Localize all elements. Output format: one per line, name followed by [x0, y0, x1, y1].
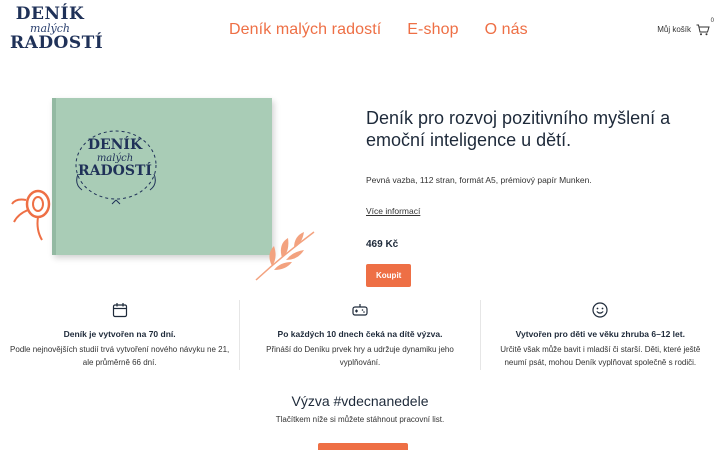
- cart-count: 0: [710, 18, 714, 24]
- nav-item-eshop[interactable]: E-shop: [407, 21, 458, 39]
- site-logo[interactable]: DENÍK malých RADOSTÍ: [10, 4, 104, 58]
- feature-item: Po každých 10 dnech čeká na dítě výzva. …: [240, 300, 481, 370]
- feature-title: Vytvořen pro děti ve věku zhruba 6–12 le…: [515, 329, 685, 339]
- product-info: Deník pro rozvoj pozitivního myšlení a e…: [366, 107, 716, 287]
- challenge-title: Výzva #vdecnanedele: [291, 393, 429, 409]
- book-title-line-3: RADOSTÍ: [78, 163, 152, 179]
- cart-link[interactable]: Můj košík 0: [657, 18, 714, 36]
- logo-line-1: DENÍK: [15, 4, 85, 24]
- more-info-link[interactable]: Více informací: [366, 206, 420, 216]
- feature-item: Vytvořen pro děti ve věku zhruba 6–12 le…: [481, 300, 720, 370]
- calendar-icon: [112, 303, 127, 318]
- product-price: 469 Kč: [366, 239, 399, 250]
- product-description: Pevná vazba, 112 stran, formát A5, prémi…: [366, 175, 592, 185]
- nav-item-about[interactable]: O nás: [485, 21, 528, 39]
- feature-title: Deník je vytvořen na 70 dní.: [63, 329, 176, 339]
- product-image: DENÍK malých RADOSTÍ: [0, 86, 340, 286]
- feature-text: Přináší do Deníku prvek hry a udržuje dy…: [266, 345, 454, 367]
- challenge-text: Tlačítkem níže si můžete stáhnout pracov…: [275, 415, 445, 424]
- feature-title: Po každých 10 dnech čeká na dítě výzva.: [277, 329, 443, 339]
- smiley-icon: [592, 302, 608, 318]
- flower-illustration: [11, 189, 51, 241]
- gamepad-icon: [352, 304, 368, 316]
- leaf-illustration: [255, 231, 315, 281]
- feature-text: Určitě však může bavit i mladší či starš…: [500, 345, 701, 367]
- cart-label: Můj košík: [657, 24, 691, 34]
- download-button[interactable]: [318, 443, 408, 450]
- product-title: Deník pro rozvoj pozitivního myšlení a e…: [366, 108, 671, 150]
- book-title: DENÍK malých RADOSTÍ: [70, 138, 160, 179]
- book-title-line-1: DENÍK: [87, 137, 143, 153]
- feature-item: Deník je vytvořen na 70 dní. Podle nejno…: [0, 300, 241, 370]
- buy-button[interactable]: Koupit: [366, 264, 412, 287]
- nav-item-journal[interactable]: Deník malých radostí: [229, 21, 381, 39]
- features-section: Deník je vytvořen na 70 dní. Podle nejno…: [0, 300, 720, 370]
- challenge-section: Výzva #vdecnanedele Tlačítkem níže si mů…: [0, 393, 720, 450]
- logo-line-3: RADOSTÍ: [10, 33, 104, 53]
- main-nav: Deník malých radostí E-shop O nás: [229, 21, 528, 39]
- feature-text: Podle nejnovějších studií trvá vytvoření…: [10, 345, 230, 367]
- cart-icon: 0: [696, 18, 714, 36]
